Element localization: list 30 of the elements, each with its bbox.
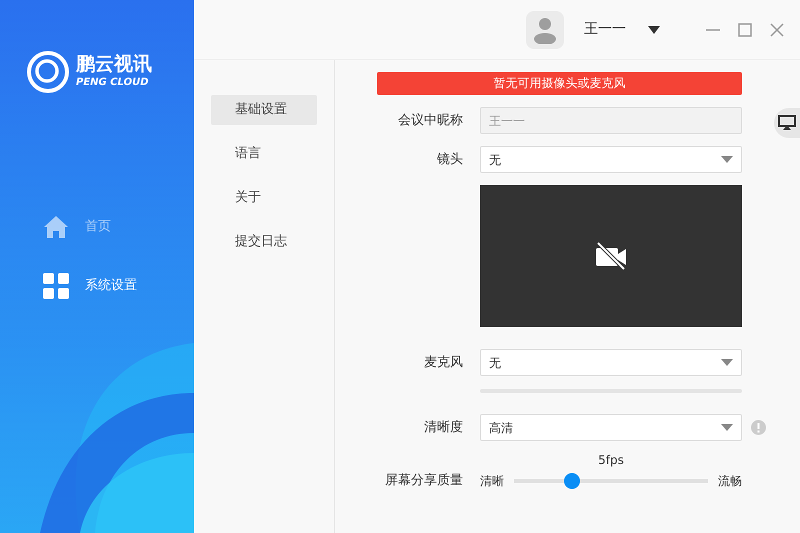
- avatar-icon[interactable]: [526, 10, 564, 48]
- caret-icon: [721, 424, 733, 431]
- microphone-select[interactable]: 无: [480, 349, 742, 376]
- logo-icon: [26, 50, 70, 94]
- info-icon: [751, 420, 766, 435]
- app-subtitle: PENG CLOUD: [76, 76, 150, 90]
- fps-reading: 5fps: [598, 453, 624, 467]
- settings-menu-item[interactable]: 提交日志: [211, 227, 317, 257]
- settings-menu-item[interactable]: 基础设置: [211, 95, 317, 125]
- screen-cast-icon[interactable]: [774, 108, 800, 138]
- home-icon: [43, 215, 69, 239]
- resolution-select[interactable]: 高清: [480, 414, 742, 441]
- camera-off-icon: [594, 241, 628, 271]
- settings-menu-item[interactable]: 语言: [211, 139, 317, 169]
- camera-select[interactable]: 无: [480, 146, 742, 173]
- user-name: 王一一: [584, 20, 627, 39]
- field-label: 会议中昵称: [397, 112, 463, 130]
- field-label: 麦克风: [423, 354, 463, 372]
- settings-menu-item[interactable]: 关于: [211, 183, 317, 213]
- slider-thumb[interactable]: [564, 472, 580, 489]
- caret-icon: [721, 156, 733, 163]
- alert-banner: 暂无可用摄像头或麦克风: [377, 72, 742, 95]
- caret-icon: [721, 359, 733, 366]
- slider-min-label: 清晰: [480, 472, 504, 490]
- app-name: 鹏云视讯: [76, 54, 152, 75]
- field-label: 镜头: [436, 150, 463, 169]
- grid-icon: [43, 273, 69, 299]
- field-label: 清晰度: [423, 418, 463, 437]
- slider-max-label: 流畅: [718, 472, 742, 490]
- field-label: 屏幕分享质量: [384, 472, 463, 490]
